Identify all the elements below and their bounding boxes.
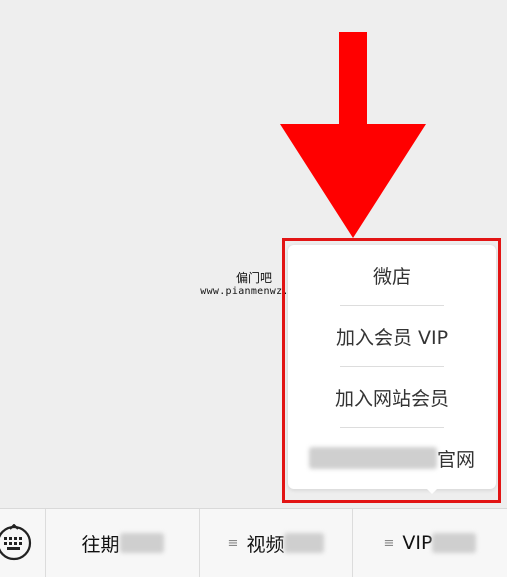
red-arrow-icon: [280, 32, 426, 238]
keyboard-icon: [0, 524, 32, 561]
tab-past-issues[interactable]: 往期: [46, 509, 200, 577]
highlight-frame: [282, 238, 501, 503]
tab-vip[interactable]: ≡ VIP: [353, 509, 507, 577]
bottom-menu-bar: 往期 ≡ 视频 ≡ VIP: [0, 508, 507, 577]
tab-video[interactable]: ≡ 视频: [200, 509, 353, 577]
menu-lines-icon: ≡: [227, 535, 239, 551]
tab-label: 往期: [81, 533, 120, 556]
redacted-text: [119, 533, 164, 553]
redacted-text: [284, 533, 325, 553]
tab-label: 视频: [246, 533, 285, 556]
tab-label: VIP: [402, 532, 433, 554]
keyboard-toggle-button[interactable]: [0, 509, 46, 577]
menu-lines-icon: ≡: [383, 535, 395, 551]
redacted-text: [432, 533, 477, 553]
